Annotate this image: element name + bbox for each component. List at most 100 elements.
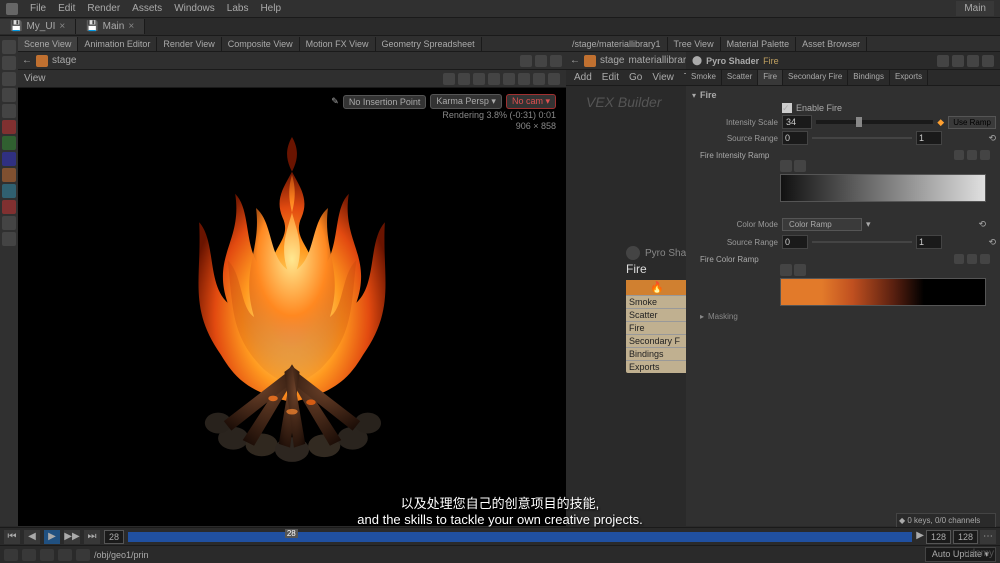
- menu-windows[interactable]: Windows: [174, 3, 215, 14]
- tab-assets[interactable]: Asset Browser: [796, 37, 867, 51]
- menu-add[interactable]: Add: [574, 72, 592, 83]
- snap-icon[interactable]: [458, 73, 470, 85]
- viewport[interactable]: ✎ No Insertion Point Karma Persp ▾ No ca…: [18, 88, 566, 526]
- menu-labs[interactable]: Labs: [227, 3, 249, 14]
- menu-view[interactable]: View: [652, 72, 674, 83]
- ptab-bindings[interactable]: Bindings: [848, 70, 890, 85]
- status-icon[interactable]: [58, 549, 72, 561]
- tool-icon[interactable]: [2, 136, 16, 150]
- back-icon[interactable]: ←: [570, 55, 580, 66]
- tool-icon[interactable]: [2, 232, 16, 246]
- insertion-badge[interactable]: No Insertion Point: [343, 95, 427, 109]
- edit-icon[interactable]: ✎: [331, 96, 339, 107]
- revert-icon[interactable]: ⟲: [988, 133, 996, 144]
- back-icon[interactable]: ←: [22, 55, 32, 66]
- ptab-smoke[interactable]: Smoke: [686, 70, 722, 85]
- reload-icon[interactable]: [952, 55, 964, 67]
- range-end-input[interactable]: 128: [926, 530, 951, 544]
- status-icon[interactable]: [22, 549, 36, 561]
- dropdown-icon[interactable]: ▾: [866, 219, 871, 230]
- tool-icon[interactable]: [2, 56, 16, 70]
- timeline-track[interactable]: 28: [128, 532, 912, 542]
- menu-render[interactable]: Render: [87, 3, 120, 14]
- section-fire[interactable]: Fire: [690, 88, 996, 102]
- menu-go[interactable]: Go: [629, 72, 642, 83]
- grid-icon[interactable]: [473, 73, 485, 85]
- enable-fire-checkbox[interactable]: ✓: [782, 103, 792, 113]
- help-icon[interactable]: [982, 55, 994, 67]
- ramp-add-icon[interactable]: [954, 254, 964, 264]
- tab-matpal[interactable]: Material Palette: [721, 37, 797, 51]
- tool-icon[interactable]: [2, 104, 16, 118]
- src-range-from[interactable]: [782, 131, 808, 145]
- pin-icon[interactable]: [520, 55, 532, 67]
- ramp-grid-icon[interactable]: [980, 150, 990, 160]
- tab-motionfx[interactable]: Motion FX View: [300, 37, 376, 51]
- tool-icon[interactable]: [2, 216, 16, 230]
- filetab-main[interactable]: 💾 Main ×: [76, 19, 145, 34]
- use-ramp-button[interactable]: Use Ramp: [948, 116, 996, 129]
- tool-icon[interactable]: [2, 120, 16, 134]
- display-icon[interactable]: [443, 73, 455, 85]
- menu-assets[interactable]: Assets: [132, 3, 162, 14]
- ramp-add-icon[interactable]: [954, 150, 964, 160]
- play-next-button[interactable]: ▶▶: [64, 530, 80, 544]
- node-tab-list[interactable]: 🔥 Smoke Scatter Fire Secondary F Binding…: [626, 280, 688, 373]
- gear-icon[interactable]: [550, 55, 562, 67]
- fire-color-ramp[interactable]: [780, 278, 986, 306]
- global-end-input[interactable]: 128: [953, 530, 978, 544]
- tool-icon[interactable]: [2, 168, 16, 182]
- menu-edit[interactable]: Edit: [602, 72, 619, 83]
- revert-icon[interactable]: ⟲: [978, 219, 986, 230]
- camera-badge[interactable]: No cam ▾: [506, 94, 556, 109]
- ramp-del-icon[interactable]: [967, 150, 977, 160]
- play-button[interactable]: ▶: [44, 530, 60, 544]
- plus-icon[interactable]: [535, 55, 547, 67]
- info-icon[interactable]: [967, 55, 979, 67]
- ptab-exports[interactable]: Exports: [890, 70, 928, 85]
- ramp-mode-icon[interactable]: [794, 160, 806, 172]
- revert-icon[interactable]: ⟲: [988, 237, 996, 248]
- tab-composite[interactable]: Composite View: [222, 37, 300, 51]
- tool-icon[interactable]: [2, 200, 16, 214]
- menu-edit[interactable]: Edit: [58, 3, 75, 14]
- play-first-button[interactable]: ⏮: [4, 530, 20, 544]
- ptab-secfire[interactable]: Secondary Fire: [783, 70, 848, 85]
- menu-help[interactable]: Help: [260, 3, 281, 14]
- intensity-scale-input[interactable]: [782, 115, 812, 129]
- src2-from[interactable]: [782, 235, 808, 249]
- status-icon[interactable]: [76, 549, 90, 561]
- ramp-mode-icon[interactable]: [780, 264, 792, 276]
- keyframe-icon[interactable]: ◆: [937, 117, 944, 128]
- tool-icon[interactable]: [2, 72, 16, 86]
- cam-icon[interactable]: [533, 73, 545, 85]
- intensity-ramp[interactable]: [780, 174, 986, 202]
- ptab-scatter[interactable]: Scatter: [722, 70, 758, 85]
- current-frame-input[interactable]: 28: [104, 530, 124, 544]
- status-icon[interactable]: [4, 549, 18, 561]
- tab-network[interactable]: /stage/materiallibrary1: [566, 37, 668, 51]
- status-icon[interactable]: [40, 549, 54, 561]
- shade-icon[interactable]: [518, 73, 530, 85]
- frame-marker[interactable]: 28: [285, 529, 298, 538]
- color-mode-select[interactable]: Color Ramp: [782, 218, 862, 231]
- arrow-icon[interactable]: ▶: [916, 530, 924, 544]
- network-node[interactable]: Pyro Sha: [626, 246, 688, 260]
- tool-icon[interactable]: [2, 152, 16, 166]
- ramp-mode-icon[interactable]: [780, 160, 792, 172]
- path-stage[interactable]: stage: [600, 55, 624, 66]
- src2-to[interactable]: [916, 235, 942, 249]
- close-icon[interactable]: ×: [59, 21, 65, 32]
- tab-anim-editor[interactable]: Animation Editor: [78, 37, 157, 51]
- tab-scene-view[interactable]: Scene View: [18, 37, 78, 51]
- filetab-myui[interactable]: 💾 My_UI ×: [0, 19, 76, 34]
- desktop-tab[interactable]: Main: [956, 1, 994, 16]
- ramp-del-icon[interactable]: [967, 254, 977, 264]
- tab-render-view[interactable]: Render View: [157, 37, 221, 51]
- ptab-fire[interactable]: Fire: [758, 70, 783, 85]
- masking-section[interactable]: Masking: [700, 312, 986, 321]
- render-engine-dropdown[interactable]: Karma Persp ▾: [430, 94, 502, 109]
- src-range-to[interactable]: [916, 131, 942, 145]
- play-prev-button[interactable]: ◀: [24, 530, 40, 544]
- path-label[interactable]: stage: [52, 55, 76, 66]
